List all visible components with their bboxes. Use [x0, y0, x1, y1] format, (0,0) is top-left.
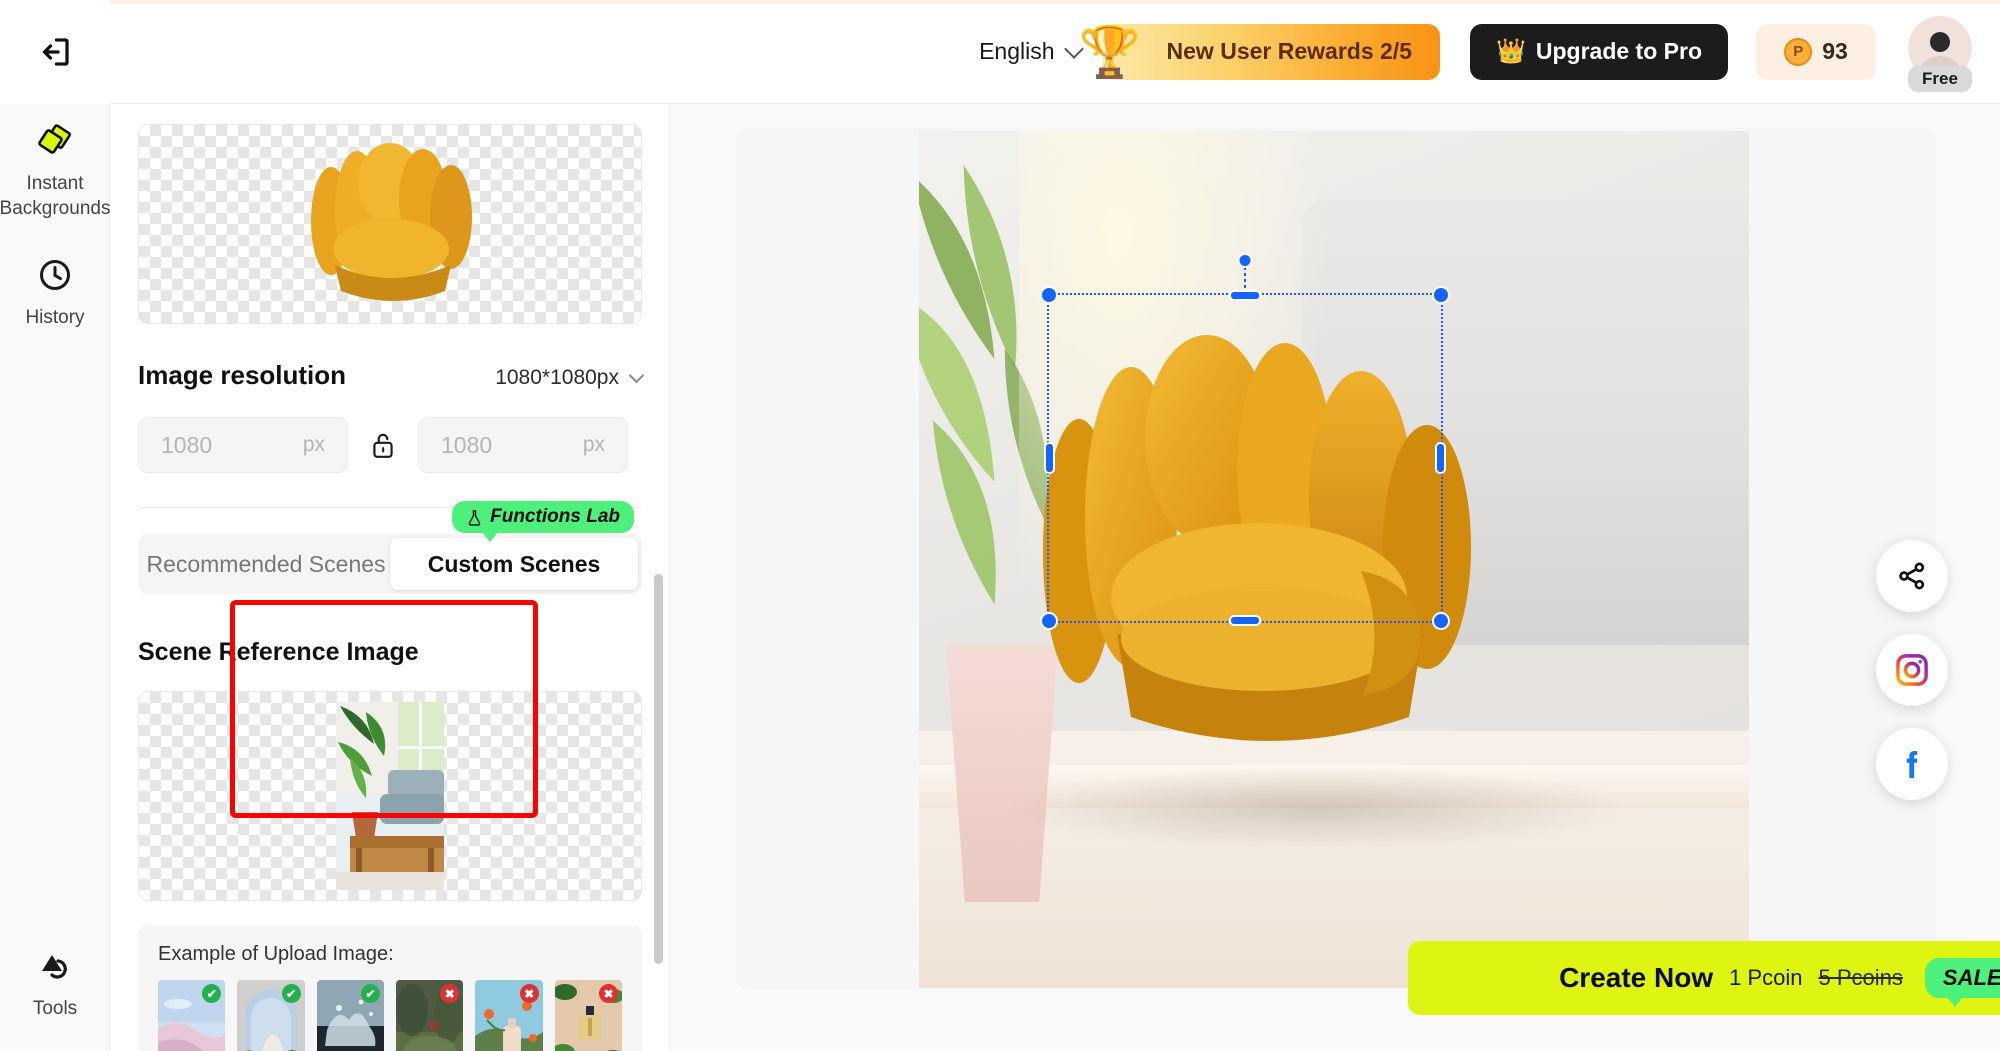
chair-thumbnail-image	[295, 133, 485, 318]
create-now-old-price: 5 Pcoins	[1819, 965, 1903, 991]
upgrade-to-pro-button[interactable]: 👑 Upgrade to Pro	[1470, 24, 1728, 80]
create-now-button[interactable]: Create Now 1 Pcoin 5 Pcoins SALE!	[1408, 941, 2000, 1015]
scene-tabs: Recommended Scenes Custom Scenes	[138, 534, 642, 594]
scene-shadow	[1002, 765, 1633, 851]
sidebar-item-label: Tools	[33, 996, 77, 1021]
chevron-down-icon	[629, 368, 645, 384]
language-label: English	[979, 38, 1054, 65]
subject-preview-thumbnail[interactable]	[138, 124, 642, 324]
tab-label: Recommended Scenes	[146, 551, 385, 578]
status-badge-ok: ✔	[361, 984, 380, 1003]
upgrade-label: Upgrade to Pro	[1536, 38, 1702, 65]
sidebar-item-history[interactable]: History	[0, 254, 110, 330]
clock-icon	[37, 254, 73, 296]
tab-custom-scenes[interactable]: Custom Scenes	[390, 538, 638, 590]
image-resolution-row: Image resolution 1080*1080px	[138, 360, 642, 391]
scene-reference-title: Scene Reference Image	[138, 638, 642, 667]
sidebar-item-instant-backgrounds[interactable]: Instant Backgrounds	[0, 120, 110, 221]
flask-icon	[466, 509, 483, 526]
status-badge-ok: ✔	[282, 984, 301, 1003]
avatar[interactable]: Free	[1902, 14, 1978, 90]
instagram-icon	[1894, 652, 1930, 688]
width-value: 1080	[161, 432, 212, 459]
status-badge: Free	[1908, 66, 1972, 92]
example-thumb-desert-dunes[interactable]: ✔	[158, 980, 225, 1051]
width-input[interactable]: 1080 px	[138, 417, 348, 473]
example-thumb-stone-arch-podium[interactable]: ✔	[237, 980, 304, 1051]
aspect-ratio-lock-toggle[interactable]	[366, 430, 400, 460]
pcoin-balance: 93	[1822, 38, 1848, 65]
resolution-preset-dropdown[interactable]: 1080*1080px	[495, 366, 642, 390]
sidebar-item-label-line2: Backgrounds	[0, 196, 110, 221]
left-rail: Instant Backgrounds History Tools	[0, 104, 110, 1051]
status-badge-no: ✖	[599, 984, 618, 1003]
left-settings-panel: Image resolution 1080*1080px 1080 px	[110, 104, 670, 1051]
subject-chair-image	[1031, 321, 1501, 741]
example-thumb-water-splash[interactable]: ✔	[317, 980, 384, 1051]
example-thumb-product-with-flowers[interactable]: ✖	[475, 980, 542, 1051]
sidebar-item-label-line1: Instant	[26, 171, 83, 196]
scene-tabs-wrapper: Functions Lab Recommended Scenes Custom …	[138, 534, 642, 594]
width-unit: px	[303, 433, 325, 457]
new-user-rewards-button[interactable]: 🏆 New User Rewards 2/5	[1103, 24, 1440, 80]
panel-scrollbar[interactable]	[654, 574, 663, 964]
example-thumb-blurry-foliage[interactable]: ✖	[396, 980, 463, 1051]
share-icon	[1896, 560, 1928, 592]
scene-reference-thumbnail	[336, 702, 444, 890]
rewards-label: New User Rewards 2/5	[1167, 38, 1412, 65]
height-value: 1080	[441, 432, 492, 459]
language-selector[interactable]: English	[979, 38, 1080, 65]
tools-icon	[36, 945, 74, 987]
canvas-card	[736, 128, 1936, 990]
resolution-inputs: 1080 px 1080 px	[138, 417, 642, 473]
sidebar-item-label: History	[25, 305, 84, 330]
canvas-preview-image[interactable]	[919, 131, 1749, 988]
trophy-icon: 🏆	[1079, 27, 1141, 77]
create-now-label: Create Now	[1559, 962, 1713, 994]
tab-recommended-scenes[interactable]: Recommended Scenes	[142, 538, 390, 590]
app-root: English 🏆 New User Rewards 2/5 👑 Upgrade…	[0, 0, 2000, 1051]
height-input[interactable]: 1080 px	[418, 417, 628, 473]
example-thumb-perfume-with-leaves[interactable]: ✖	[555, 980, 622, 1051]
instagram-button[interactable]	[1876, 634, 1948, 706]
scene-reference-dropzone[interactable]	[138, 691, 642, 901]
facebook-button[interactable]	[1876, 728, 1948, 800]
status-badge-no: ✖	[520, 984, 539, 1003]
crown-icon: 👑	[1496, 37, 1526, 66]
share-button[interactable]	[1876, 540, 1948, 612]
pcoin-balance-button[interactable]: P 93	[1756, 24, 1876, 80]
top-bar: English 🏆 New User Rewards 2/5 👑 Upgrade…	[0, 0, 2000, 104]
pcoin-icon: P	[1784, 38, 1812, 66]
tab-label: Custom Scenes	[428, 551, 601, 578]
social-share-buttons	[1876, 540, 1948, 800]
height-unit: px	[583, 433, 605, 457]
instant-backgrounds-icon	[35, 120, 75, 162]
example-upload-card: Example of Upload Image: ✔	[138, 925, 642, 1051]
example-thumbnails: ✔ ✔	[158, 980, 622, 1051]
facebook-icon	[1895, 747, 1929, 781]
bottom-action-bar: Create Now 1 Pcoin 5 Pcoins SALE! Downlo…	[1340, 927, 2000, 1051]
functions-lab-badge[interactable]: Functions Lab	[452, 501, 634, 533]
sidebar-item-tools[interactable]: Tools	[0, 945, 110, 1021]
create-now-price: 1 Pcoin	[1729, 965, 1802, 991]
panel-content: Image resolution 1080*1080px 1080 px	[110, 104, 670, 1051]
resolution-value: 1080*1080px	[495, 366, 619, 390]
page-title: Image resolution	[138, 360, 346, 391]
sale-badge: SALE!	[1925, 958, 2000, 998]
unlocked-padlock-icon	[370, 430, 396, 460]
avatar-head-shape	[1930, 32, 1950, 52]
functions-lab-label: Functions Lab	[490, 506, 620, 528]
collapse-panel-icon	[37, 34, 73, 70]
canvas-stage: Create Now 1 Pcoin 5 Pcoins SALE! Downlo…	[670, 104, 2000, 1051]
example-upload-title: Example of Upload Image:	[158, 943, 622, 966]
collapse-panel-button[interactable]	[0, 0, 110, 104]
